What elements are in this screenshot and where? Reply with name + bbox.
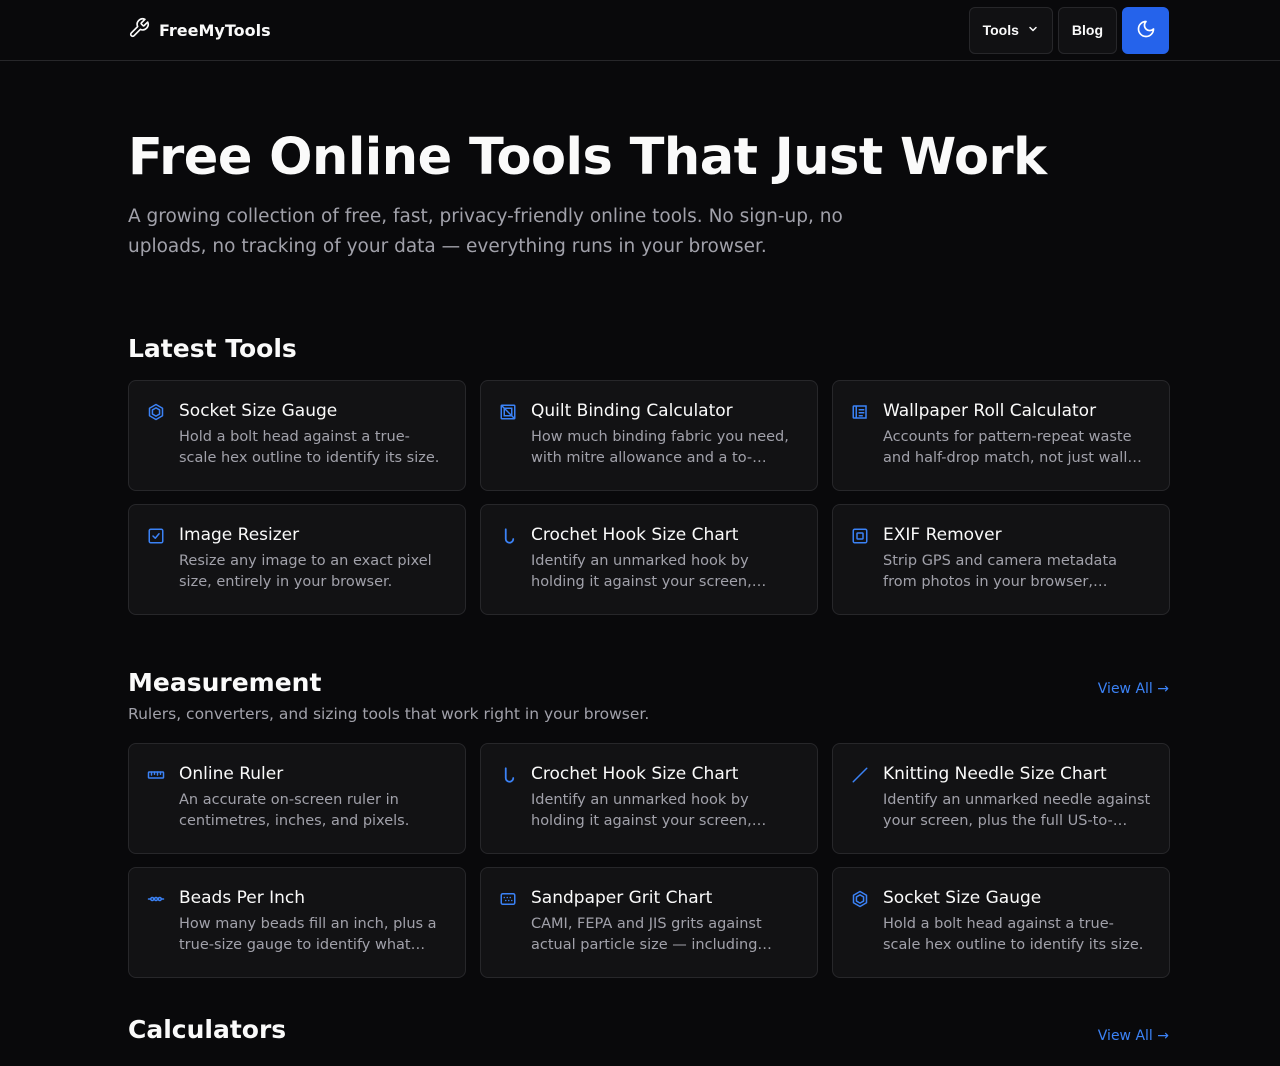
tool-card-description: CAMI, FEPA and JIS grits against actual …	[531, 916, 762, 954]
tool-card-description: Accounts for pattern-repeat waste and ha…	[883, 429, 1142, 467]
tool-card-title: Online Ruler	[179, 764, 284, 785]
calculators-view-all-link[interactable]: View All →	[1098, 1028, 1169, 1044]
tool-card-title: Quilt Binding Calculator	[531, 401, 733, 422]
tool-card[interactable]: Sandpaper Grit Chart CAMI, FEPA and JIS g…	[480, 867, 818, 979]
hero: Free Online Tools That Just Work A growi…	[128, 61, 1169, 262]
quilt-icon	[499, 403, 517, 421]
tool-card-body: Wallpaper Roll Calculator Accounts for pa…	[883, 401, 1151, 490]
tool-card[interactable]: Crochet Hook Size Chart Identify an unmar…	[480, 743, 818, 855]
moon-icon	[1136, 19, 1156, 42]
measurement-view-all-link[interactable]: View All →	[1098, 681, 1169, 697]
tool-card-description: Identify an unmarked hook by holding it …	[531, 553, 752, 591]
main-content: Free Online Tools That Just Work A growi…	[128, 61, 1170, 1044]
checkbox-icon	[147, 527, 165, 545]
tool-card-body: Beads Per Inch How many beads fill an inc…	[179, 888, 447, 977]
tool-card-title: Beads Per Inch	[179, 888, 305, 909]
tool-card-description: Strip GPS and camera metadata from photo…	[883, 553, 1118, 591]
tool-card-description: Resize any image to an exact pixel size,…	[179, 553, 432, 591]
tool-card-title: Image Resizer	[179, 525, 300, 546]
measurement-description: Rulers, converters, and sizing tools tha…	[128, 705, 650, 724]
tool-card[interactable]: Image Resizer Resize any image to an exac…	[128, 504, 466, 616]
tools-dropdown-button[interactable]: Tools	[968, 6, 1053, 54]
tool-card[interactable]: Socket Size Gauge Hold a bolt head agains…	[832, 867, 1170, 979]
theme-toggle-button[interactable]	[1122, 6, 1169, 54]
top-navbar: FreeMyTools Tools Blog	[0, 0, 1280, 61]
tool-card-title: Socket Size Gauge	[883, 888, 1042, 909]
measurement-header: Measurement View All →	[128, 668, 1169, 697]
tool-card[interactable]: Crochet Hook Size Chart Identify an unmar…	[480, 504, 818, 616]
blog-label: Blog	[1071, 22, 1103, 38]
tool-card[interactable]: Knitting Needle Size Chart Identify an un…	[832, 743, 1170, 855]
exif-icon	[851, 527, 869, 545]
measurement-section: Measurement View All → Rulers, converter…	[128, 668, 1170, 979]
latest-tools-section: Latest Tools Socket Size Gauge Hold a bol…	[128, 334, 1170, 616]
latest-tools-title: Latest Tools	[128, 334, 297, 364]
hero-title: Free Online Tools That Just Work	[128, 128, 1047, 187]
hexagon-icon	[851, 890, 869, 908]
hook-icon	[499, 527, 517, 545]
tool-card-description: Hold a bolt head against a true-scale he…	[179, 429, 440, 467]
tool-card-description: Hold a bolt head against a true-scale he…	[883, 916, 1144, 954]
tool-card-title: Socket Size Gauge	[179, 401, 338, 422]
tool-card-description: Identify an unmarked needle against your…	[883, 792, 1151, 830]
tool-card[interactable]: Beads Per Inch How many beads fill an inc…	[128, 867, 466, 979]
tool-card-body: Quilt Binding Calculator How much binding…	[531, 401, 799, 490]
logo-text: FreeMyTools	[159, 20, 271, 40]
tool-card-description: How much binding fabric you need, with m…	[531, 429, 789, 467]
tool-card-title: Crochet Hook Size Chart	[531, 525, 739, 546]
tool-card-body: Socket Size Gauge Hold a bolt head agains…	[179, 401, 447, 490]
tool-card[interactable]: Socket Size Gauge Hold a bolt head agains…	[128, 380, 466, 492]
ruler-icon	[147, 766, 165, 784]
sandpaper-icon	[499, 890, 517, 908]
tool-card-title: Crochet Hook Size Chart	[531, 764, 739, 785]
beads-icon	[147, 890, 165, 908]
blog-button[interactable]: Blog	[1057, 6, 1117, 54]
hook-icon	[499, 766, 517, 784]
calculators-title: Calculators	[128, 1015, 287, 1045]
wallpaper-icon	[851, 403, 869, 421]
measurement-grid: Online Ruler An accurate on-screen ruler …	[128, 743, 1170, 979]
tool-card[interactable]: Quilt Binding Calculator How much binding…	[480, 380, 818, 492]
latest-tools-grid: Socket Size Gauge Hold a bolt head agains…	[128, 380, 1170, 616]
tool-card[interactable]: Wallpaper Roll Calculator Accounts for pa…	[832, 380, 1170, 492]
tool-card-description: An accurate on-screen ruler in centimetr…	[179, 792, 410, 830]
tool-card-title: Sandpaper Grit Chart	[531, 888, 713, 909]
tools-label: Tools	[982, 22, 1019, 38]
calculators-section: Calculators View All →	[128, 1015, 1169, 1044]
calculators-header: Calculators View All →	[128, 1015, 1169, 1044]
tool-card-body: Online Ruler An accurate on-screen ruler …	[179, 764, 447, 853]
main-nav: Tools Blog	[968, 6, 1169, 54]
tool-card[interactable]: Online Ruler An accurate on-screen ruler …	[128, 743, 466, 855]
tool-card-description: How many beads fill an inch, plus a true…	[179, 916, 437, 954]
tool-card-body: Knitting Needle Size Chart Identify an un…	[883, 764, 1151, 853]
tool-card-body: Image Resizer Resize any image to an exac…	[179, 525, 447, 614]
measurement-title: Measurement	[128, 668, 322, 698]
tool-card-body: Sandpaper Grit Chart CAMI, FEPA and JIS g…	[531, 888, 799, 977]
chevron-down-icon	[1027, 22, 1039, 38]
tool-card-title: EXIF Remover	[883, 525, 1002, 546]
tool-card-body: Socket Size Gauge Hold a bolt head agains…	[883, 888, 1151, 977]
needle-icon	[851, 766, 869, 784]
wrench-icon	[128, 17, 150, 43]
tool-card-body: Crochet Hook Size Chart Identify an unmar…	[531, 764, 799, 853]
site-logo[interactable]: FreeMyTools	[128, 17, 271, 43]
hero-subtitle: A growing collection of free, fast, priv…	[128, 206, 843, 258]
tool-card-description: Identify an unmarked hook by holding it …	[531, 792, 752, 830]
tool-card-body: EXIF Remover Strip GPS and camera metadat…	[883, 525, 1151, 614]
tool-card-title: Wallpaper Roll Calculator	[883, 401, 1097, 422]
tool-card-title: Knitting Needle Size Chart	[883, 764, 1107, 785]
tool-card[interactable]: EXIF Remover Strip GPS and camera metadat…	[832, 504, 1170, 616]
tool-card-body: Crochet Hook Size Chart Identify an unmar…	[531, 525, 799, 614]
hexagon-icon	[147, 403, 165, 421]
